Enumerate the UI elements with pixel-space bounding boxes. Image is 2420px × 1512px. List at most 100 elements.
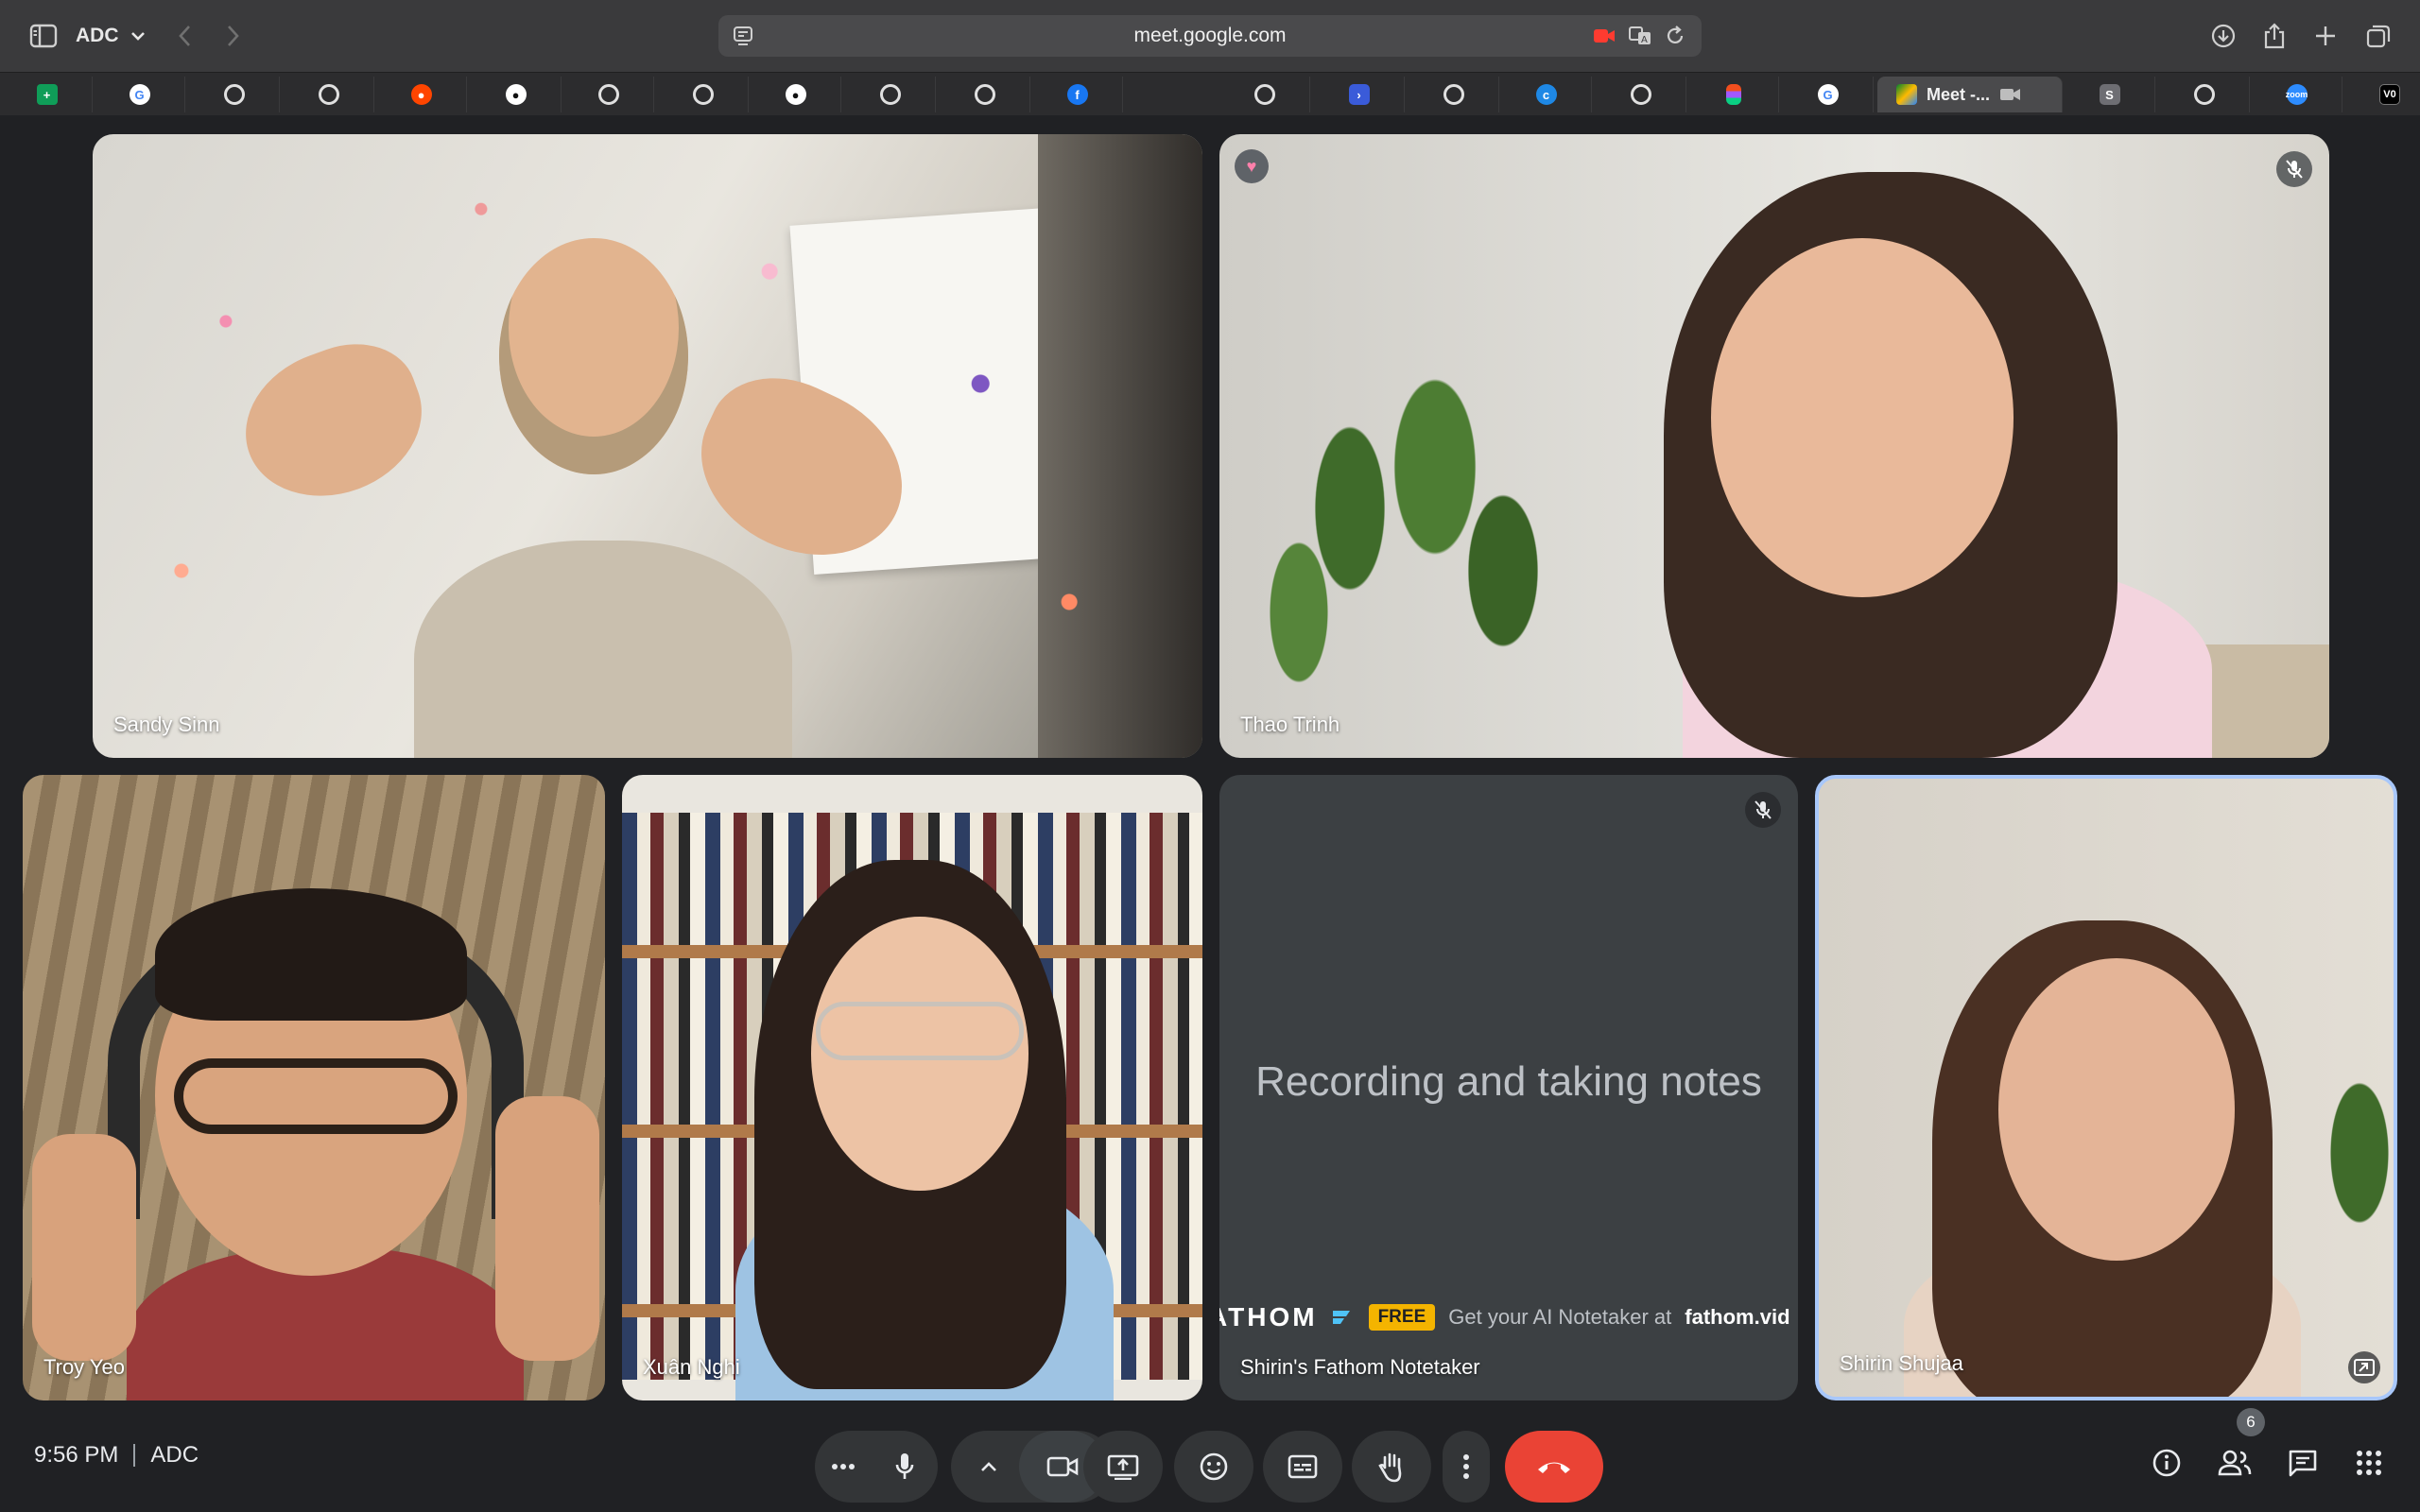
github-icon: ● — [785, 84, 806, 105]
tab-copilot[interactable]: c — [1501, 77, 1592, 112]
reader-icon[interactable] — [732, 25, 754, 53]
pip-icon[interactable] — [2348, 1351, 2380, 1383]
emoji-button[interactable] — [1174, 1431, 1253, 1503]
captions-button[interactable] — [1263, 1431, 1342, 1503]
tab-github[interactable]: ● — [751, 77, 841, 112]
present-button[interactable] — [1083, 1431, 1163, 1503]
fathom-brand: ATHOM — [1219, 1302, 1318, 1332]
address-bar[interactable]: meet.google.com A — [718, 15, 1702, 57]
download-icon[interactable] — [2204, 17, 2242, 55]
participant-name: Sandy Sinn — [113, 713, 220, 736]
microphone-button[interactable] — [872, 1452, 938, 1482]
fathom-logo-icon — [1332, 1311, 1350, 1324]
people-button[interactable] — [2210, 1438, 2259, 1487]
copilot-icon: c — [1535, 84, 1557, 105]
participant-tile-shirin-shujaa[interactable]: Shirin Shujaa — [1815, 775, 2397, 1400]
participant-name: Xuân Nghi — [643, 1355, 740, 1379]
participant-tile-fathom-notetaker[interactable]: Recording and taking notes ATHOM FREE Ge… — [1219, 775, 1798, 1400]
google-icon: G — [129, 84, 150, 105]
openai-icon — [2193, 84, 2215, 105]
tab-chatgpt[interactable] — [1409, 77, 1499, 112]
participant-name: Thao Trinh — [1240, 713, 1340, 736]
chat-icon — [2289, 1450, 2317, 1477]
facebook-icon: f — [1066, 84, 1088, 105]
tab-google-meet[interactable]: Meet -... — [1877, 77, 2063, 112]
svg-text:A: A — [1641, 35, 1648, 45]
fathom-banner: ATHOM FREE Get your AI Notetaker at fath… — [1219, 1298, 1798, 1336]
more-options-icon — [832, 1464, 855, 1469]
profile-label: ADC — [76, 25, 119, 46]
glasses — [816, 1002, 1024, 1060]
tabs-overview-icon[interactable] — [2360, 17, 2397, 55]
tab-zoom[interactable]: zoom — [2252, 77, 2342, 112]
divider — [133, 1444, 136, 1467]
tab-figma[interactable] — [1688, 77, 1779, 112]
tab-github[interactable]: ● — [471, 77, 562, 112]
participant-name: Troy Yeo — [43, 1355, 126, 1379]
leave-call-button[interactable] — [1505, 1431, 1603, 1503]
tab-chatgpt[interactable] — [1596, 77, 1686, 112]
openai-icon — [974, 84, 995, 105]
tab-app[interactable]: › — [1314, 77, 1405, 112]
mic-off-icon — [2276, 151, 2312, 187]
tab-chatgpt[interactable] — [658, 77, 749, 112]
tab-chatgpt[interactable] — [189, 77, 280, 112]
present-icon — [1107, 1454, 1139, 1480]
reddit-icon: ● — [410, 84, 432, 105]
participant-tile-xuan-nghi[interactable]: Xuân Nghi — [622, 775, 1202, 1400]
google-icon: G — [1817, 84, 1839, 105]
share-icon[interactable] — [2256, 17, 2293, 55]
openai-icon — [692, 84, 714, 105]
person-torso — [414, 541, 792, 758]
reload-icon[interactable] — [1664, 25, 1686, 47]
translate-icon[interactable]: A — [1628, 25, 1652, 47]
forward-icon[interactable] — [214, 17, 251, 55]
tab-sheets[interactable]: + — [2, 77, 93, 112]
tab-facebook[interactable]: f — [1032, 77, 1123, 112]
reaction-badge: ♥ — [1235, 149, 1269, 183]
participant-tile-troy-yeo[interactable]: Troy Yeo — [23, 775, 605, 1400]
tab-chatgpt[interactable] — [563, 77, 654, 112]
participant-tile-thao-trinh[interactable]: ♥ Thao Trinh — [1219, 134, 2329, 758]
tab-chatgpt[interactable] — [284, 77, 374, 112]
browser-titlebar: ADC meet.google.com A — [0, 0, 2420, 72]
tab-google[interactable]: G — [95, 77, 185, 112]
meeting-info-button[interactable] — [2142, 1438, 2191, 1487]
activities-icon — [2357, 1451, 2381, 1475]
profile-switcher[interactable]: ADC — [76, 19, 146, 53]
chat-button[interactable] — [2278, 1438, 2327, 1487]
camera-recording-icon[interactable] — [1592, 25, 1616, 47]
participant-name: Shirin Shujaa — [1840, 1351, 1963, 1375]
audio-options-button[interactable] — [815, 1463, 872, 1470]
app-icon: › — [1348, 84, 1370, 105]
meet-icon — [1896, 84, 1917, 105]
sidebar-icon[interactable] — [25, 17, 62, 55]
video-options-button[interactable] — [959, 1460, 1019, 1473]
tab-google[interactable]: G — [1783, 77, 1874, 112]
sheets-icon: + — [36, 84, 58, 105]
captions-icon — [1288, 1454, 1318, 1479]
meeting-code: ADC — [150, 1442, 199, 1468]
openai-icon — [1443, 84, 1464, 105]
camera-recording-icon — [2000, 89, 2021, 100]
fathom-banner-text: Get your AI Notetaker at — [1448, 1305, 1672, 1329]
tab-vo[interactable]: V0 — [2344, 77, 2420, 112]
activities-button[interactable] — [2344, 1438, 2394, 1487]
new-tab-icon[interactable] — [2307, 17, 2344, 55]
participant-tile-sandy-sinn[interactable]: Sandy Sinn — [93, 134, 1202, 758]
raise-hand-button[interactable] — [1352, 1431, 1431, 1503]
tab-reddit[interactable]: ● — [376, 77, 467, 112]
tab-chatgpt[interactable] — [2159, 77, 2250, 112]
current-time: 9:56 PM — [34, 1442, 119, 1468]
tab-chatgpt[interactable] — [940, 77, 1030, 112]
person-face — [499, 238, 688, 474]
tab-chatgpt[interactable] — [845, 77, 936, 112]
tab-s-app[interactable]: S — [2065, 77, 2155, 112]
more-options-button[interactable] — [1443, 1431, 1490, 1503]
tab-chatgpt[interactable] — [1219, 77, 1310, 112]
raise-hand-icon — [1378, 1452, 1402, 1483]
glasses — [174, 1058, 458, 1134]
back-icon[interactable] — [166, 17, 204, 55]
hair — [155, 888, 467, 1021]
person-face — [1711, 238, 2014, 597]
